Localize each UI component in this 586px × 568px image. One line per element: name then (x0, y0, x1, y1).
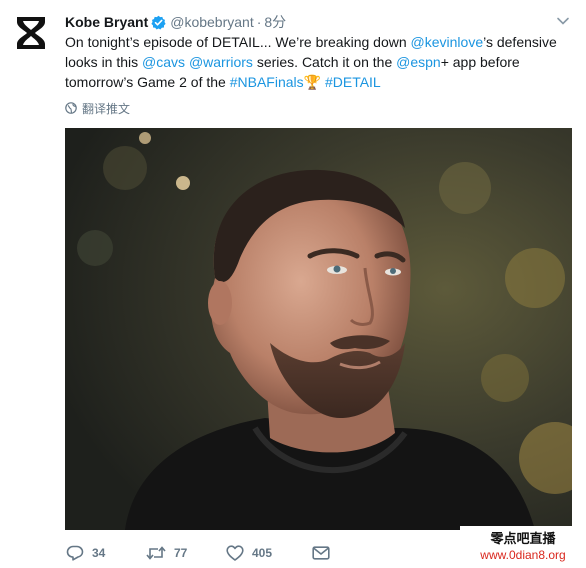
mention-link[interactable]: @warriors (189, 54, 253, 70)
hashtag-link[interactable]: #DETAIL (325, 74, 381, 90)
direct-message-button[interactable] (312, 546, 330, 560)
translate-tweet-link[interactable]: 翻译推文 (65, 100, 130, 116)
author-name[interactable]: Kobe Bryant (65, 14, 148, 30)
separator: · (256, 14, 262, 30)
tweet-text-segment: series. Catch it on the (252, 54, 397, 70)
avatar[interactable] (12, 14, 50, 52)
mention-link[interactable]: @cavs (142, 54, 185, 70)
reply-button[interactable]: 34 (66, 545, 146, 561)
retweet-button[interactable]: 77 (146, 545, 226, 561)
photo-illustration (65, 128, 572, 530)
chevron-down-icon[interactable] (556, 14, 570, 28)
hourglass-logo-icon (17, 17, 45, 49)
like-icon (226, 545, 244, 561)
reply-count: 34 (92, 546, 106, 560)
verified-badge-icon (151, 15, 166, 30)
translate-label: 翻译推文 (82, 101, 131, 116)
tweet-photo[interactable] (65, 128, 572, 530)
tweet-header: Kobe Bryant @kobebryant · 8分 (65, 12, 546, 32)
globe-icon (65, 102, 77, 114)
trophy-emoji: 🏆 (303, 74, 322, 90)
mention-link[interactable]: @kevinlove (411, 34, 484, 50)
tweet-timestamp[interactable]: 8分 (264, 12, 286, 32)
tweet-text: On tonight’s episode of DETAIL... We’re … (65, 32, 571, 92)
mention-link[interactable]: @espn (396, 54, 441, 70)
reply-icon (66, 545, 84, 561)
retweet-icon (146, 546, 166, 560)
like-count: 405 (252, 546, 273, 560)
hashtag-link[interactable]: #NBAFinals (230, 74, 304, 90)
tweet-actions: 34 77 405 (66, 542, 330, 564)
author-handle[interactable]: @kobebryant (170, 14, 253, 30)
message-icon (312, 546, 330, 560)
watermark-url: www.0dian8.org (480, 548, 566, 562)
tweet-text-segment: On tonight’s episode of DETAIL... We’re … (65, 34, 411, 50)
watermark-title: 零点吧直播 (490, 531, 556, 546)
retweet-count: 77 (174, 546, 188, 560)
watermark: 零点吧直播 www.0dian8.org (460, 526, 586, 568)
like-button[interactable]: 405 (226, 545, 312, 561)
